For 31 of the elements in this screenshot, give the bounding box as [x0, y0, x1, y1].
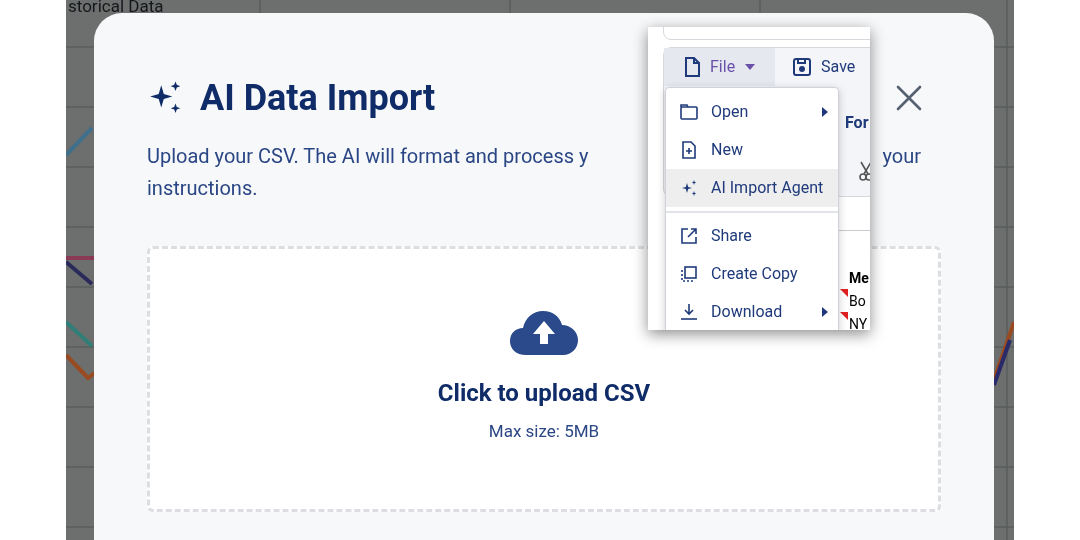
folder-icon [680, 103, 698, 121]
caret-icon [745, 64, 756, 70]
menu-item[interactable]: Create Copy [666, 255, 838, 293]
upload-label: Click to upload CSV [437, 378, 651, 409]
download-icon [680, 303, 698, 321]
copy-icon [680, 265, 698, 283]
document-icon [684, 57, 700, 77]
dialog-title: AI Data Import [200, 76, 436, 121]
menu-item[interactable]: Download [666, 293, 838, 330]
new-document-icon [680, 141, 698, 159]
scissors-icon [859, 161, 870, 181]
menu-item[interactable]: AI Import Agent [666, 169, 838, 207]
menu-item[interactable]: New [666, 131, 838, 169]
table-cell-text: Bo [849, 292, 866, 311]
table-cell-text: NY [849, 315, 868, 330]
share-icon [680, 227, 698, 245]
submenu-arrow-icon [822, 107, 828, 117]
menu-button[interactable]: File [664, 48, 776, 86]
menu-item[interactable]: Open [666, 93, 838, 131]
chart-title: storical Data [68, 0, 164, 13]
description-text: your [882, 143, 921, 170]
description-text: Upload your CSV. The AI will format and process y [147, 143, 589, 170]
tab-label: For [845, 112, 869, 134]
table-cell-text: Me [849, 269, 869, 288]
toolbar-button[interactable]: Save [775, 48, 870, 86]
upload-hint: Max size: 5MB [488, 420, 600, 443]
description-text: instructions. [147, 176, 258, 200]
save-icon [793, 58, 812, 76]
cloud-upload-icon [510, 311, 578, 355]
submenu-arrow-icon [822, 307, 828, 317]
close-button[interactable] [894, 83, 924, 113]
